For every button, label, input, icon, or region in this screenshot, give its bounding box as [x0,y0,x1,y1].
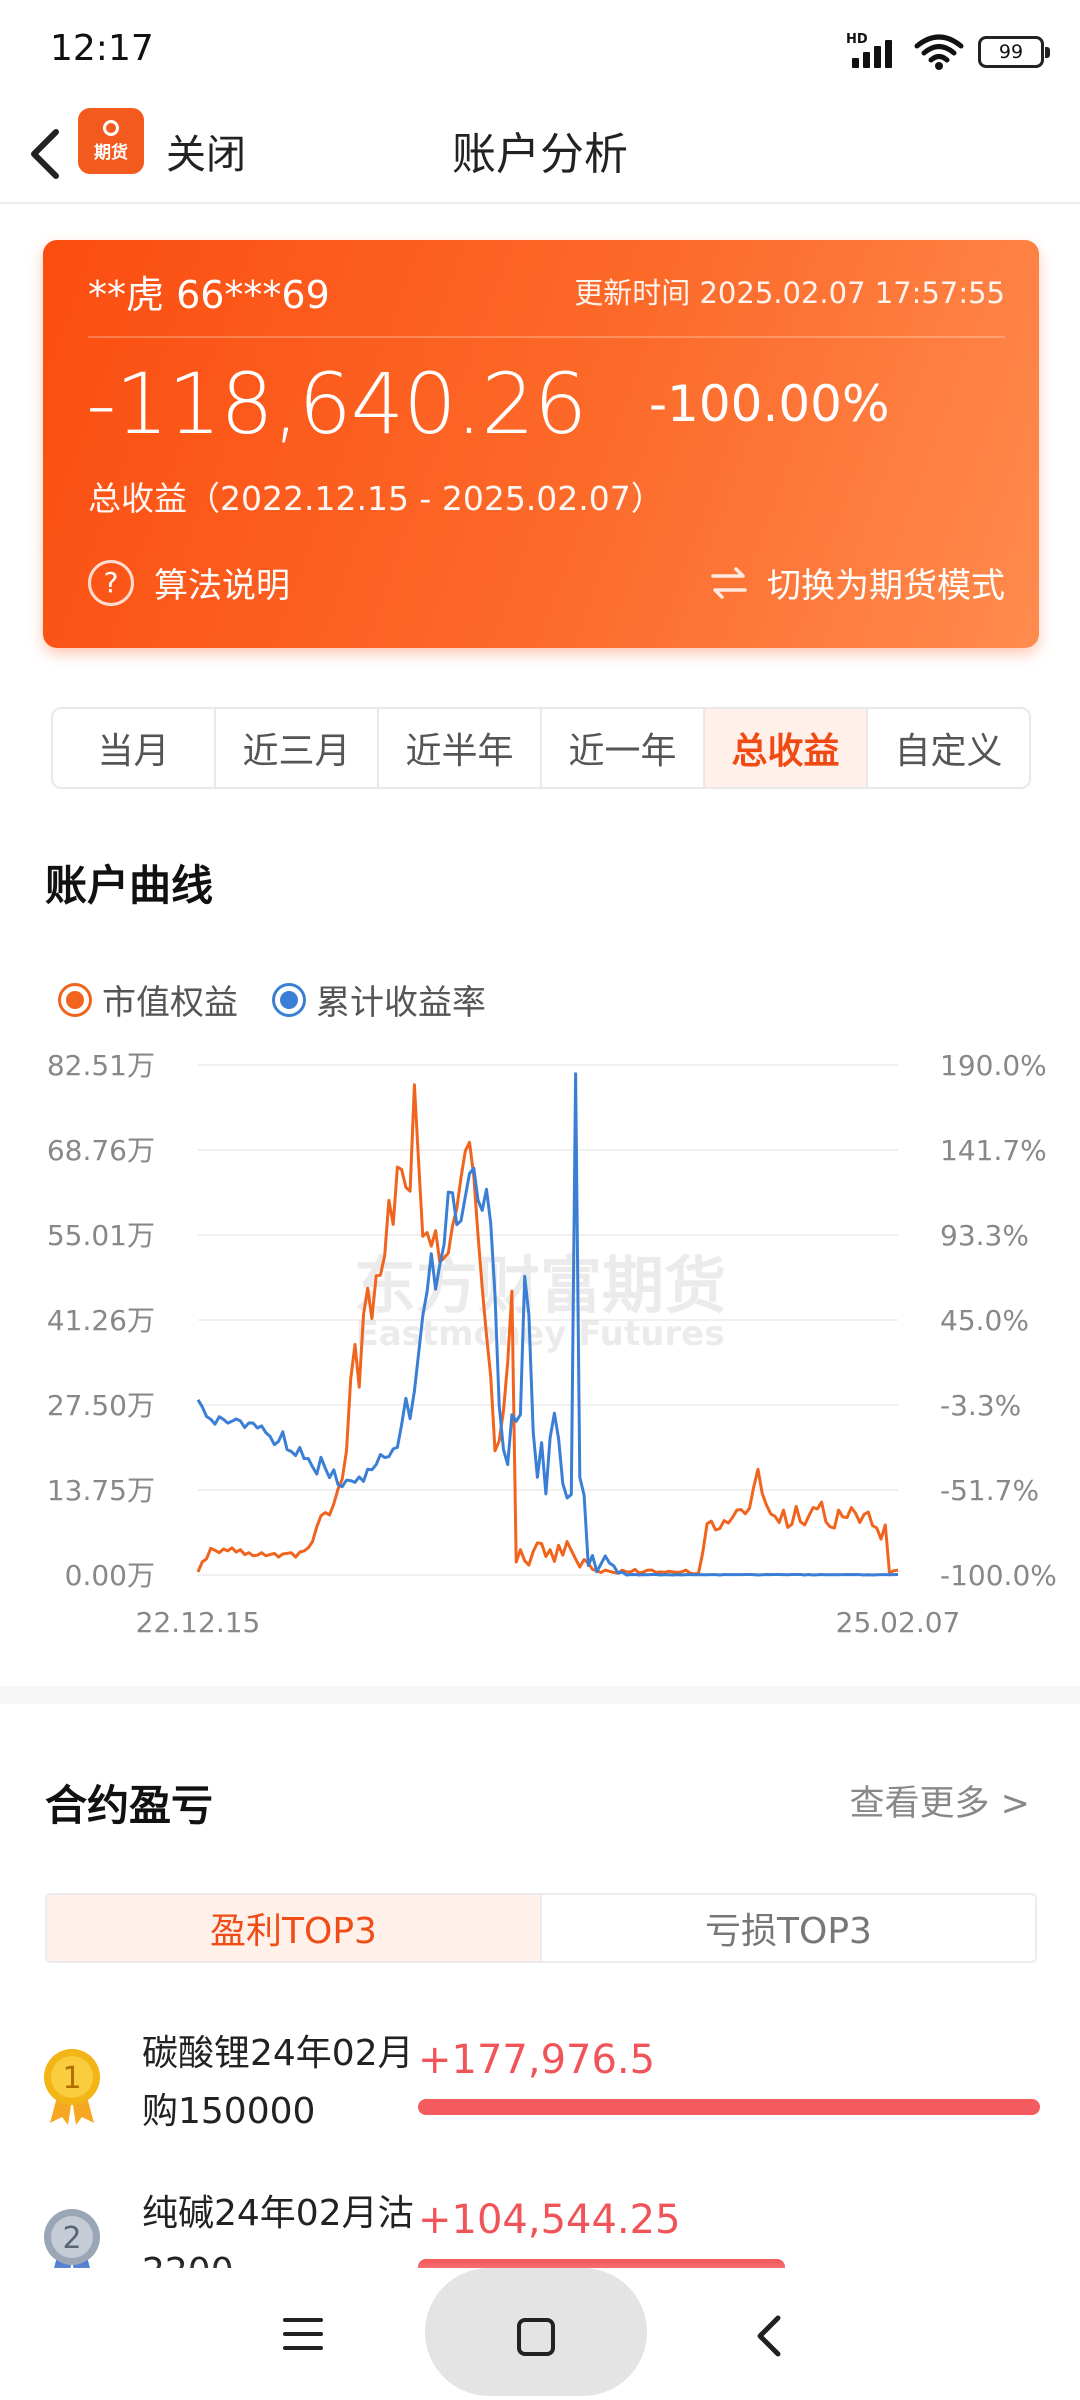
left-axis-tick: 27.50万 [47,1389,155,1422]
tab-last-three-months[interactable]: 近三月 [216,709,379,787]
legend-equity-dot-icon [58,982,92,1017]
section-separator [0,1686,1080,1704]
x-axis-start-label: 22.12.15 [136,1606,261,1639]
gold-medal-icon: 1 [44,2049,100,2125]
legend-equity-label: 市值权益 [102,983,238,1023]
view-more-link[interactable]: 查看更多 > [850,1775,1030,1826]
logo-text: 期货 [94,142,128,163]
right-axis-tick: 141.7% [940,1134,1047,1167]
contract-profit: +177,976.5 [418,2037,656,2083]
left-axis-tick: 13.75万 [47,1474,155,1507]
right-axis-tick: 45.0% [940,1304,1029,1337]
home-square-icon [517,2318,555,2356]
tab-last-year[interactable]: 近一年 [542,709,705,787]
app-logo: 期货 [78,108,144,174]
account-curve-title: 账户曲线 [45,861,214,910]
status-icons: HD 99 [846,30,1050,74]
tab-current-month[interactable]: 当月 [53,709,216,787]
wifi-icon [914,34,964,70]
legend-item-equity[interactable]: 市值权益 [58,975,238,1024]
menu-icon[interactable] [283,2316,323,2352]
tab-profit-top3[interactable]: 盈利TOP3 [47,1895,540,1961]
x-axis-end-label: 25.02.07 [836,1606,961,1639]
algorithm-help-button[interactable]: ? 算法说明 [88,558,290,607]
right-axis-ticks: 190.0% 141.7% 93.3% 45.0% -3.3% -51.7% -100.0% [940,1049,1057,1592]
contract-pl-title: 合约盈亏 [45,1781,214,1830]
status-bar: 12:17 HD 99 [0,0,1080,104]
system-back-icon[interactable] [752,2312,788,2360]
left-axis-tick: 68.76万 [47,1134,155,1167]
status-time: 12:17 [50,28,154,69]
tab-custom[interactable]: 自定义 [868,709,1029,787]
top-nav-bar: 期货 关闭 账户分析 [0,104,1080,204]
tab-last-half-year[interactable]: 近半年 [379,709,542,787]
battery-icon: 99 [978,36,1050,68]
system-nav-bar [0,2268,1080,2400]
contract-name: 碳酸锂24年02月购150000 [142,2033,414,2132]
left-axis-tick: 41.26万 [47,1304,155,1337]
left-axis-ticks: 82.51万 68.76万 55.01万 41.26万 27.50万 13.75万 0.00… [47,1049,155,1592]
watermark-text: 东方财富期货 [354,1249,726,1322]
chart-legend: 市值权益 累计收益率 [58,975,486,1024]
right-axis-tick: 190.0% [940,1049,1047,1082]
account-curve-chart[interactable]: 东方财富期货 Eastmoney Futures 82.51万 68.76万 55.… [0,1035,1080,1655]
switch-mode-label: 切换为期货模式 [767,566,1005,606]
cellular-signal-icon: HD [846,32,900,72]
left-axis-tick: 55.01万 [47,1219,155,1252]
account-name: **虎 66***69 [88,273,330,317]
left-axis-tick: 0.00万 [65,1559,155,1592]
page-title: 账户分析 [452,129,628,180]
pl-tabs: 盈利TOP3 亏损TOP3 [45,1893,1037,1963]
period-tabs: 当月 近三月 近半年 近一年 总收益 自定义 [51,707,1031,789]
list-item[interactable]: 1 碳酸锂24年02月购150000 +177,976.5 [40,2025,1040,2175]
network-type-label: HD [846,32,868,47]
logo-mark-icon [103,119,119,136]
close-button[interactable]: 关闭 [166,122,246,180]
left-axis-tick: 82.51万 [47,1049,155,1082]
algorithm-help-label: 算法说明 [154,566,290,606]
battery-level: 99 [998,41,1024,63]
legend-return-dot-icon [272,982,306,1017]
right-axis-tick: -100.0% [940,1559,1057,1592]
watermark-subtext: Eastmoney Futures [356,1314,725,1354]
total-profit-amount: -118,640.26 [86,355,587,453]
update-time: 更新时间 2025.02.07 17:57:55 [574,276,1005,310]
tab-loss-top3[interactable]: 亏损TOP3 [540,1895,1035,1961]
right-axis-tick: -51.7% [940,1474,1039,1507]
swap-arrows-icon [711,566,747,599]
legend-item-return-rate[interactable]: 累计收益率 [272,975,486,1024]
right-axis-tick: 93.3% [940,1219,1029,1252]
profit-bar [418,2099,1040,2115]
back-arrow-icon[interactable] [22,122,66,186]
switch-mode-button[interactable]: 切换为期货模式 [709,558,1005,607]
legend-return-label: 累计收益率 [316,983,486,1023]
profit-period-label: 总收益（2022.12.15 - 2025.02.07） [88,479,664,518]
account-summary-card: **虎 66***69 更新时间 2025.02.07 17:57:55 -11… [43,240,1039,648]
right-axis-tick: -3.3% [940,1389,1021,1422]
total-profit-rate: -100.00% [649,375,890,433]
medal-rank: 2 [62,2221,81,2256]
card-divider [88,336,1005,338]
tab-total-profit[interactable]: 总收益 [705,709,868,787]
contract-profit: +104,544.25 [418,2197,681,2243]
medal-rank: 1 [62,2061,81,2096]
question-icon: ? [88,559,134,606]
